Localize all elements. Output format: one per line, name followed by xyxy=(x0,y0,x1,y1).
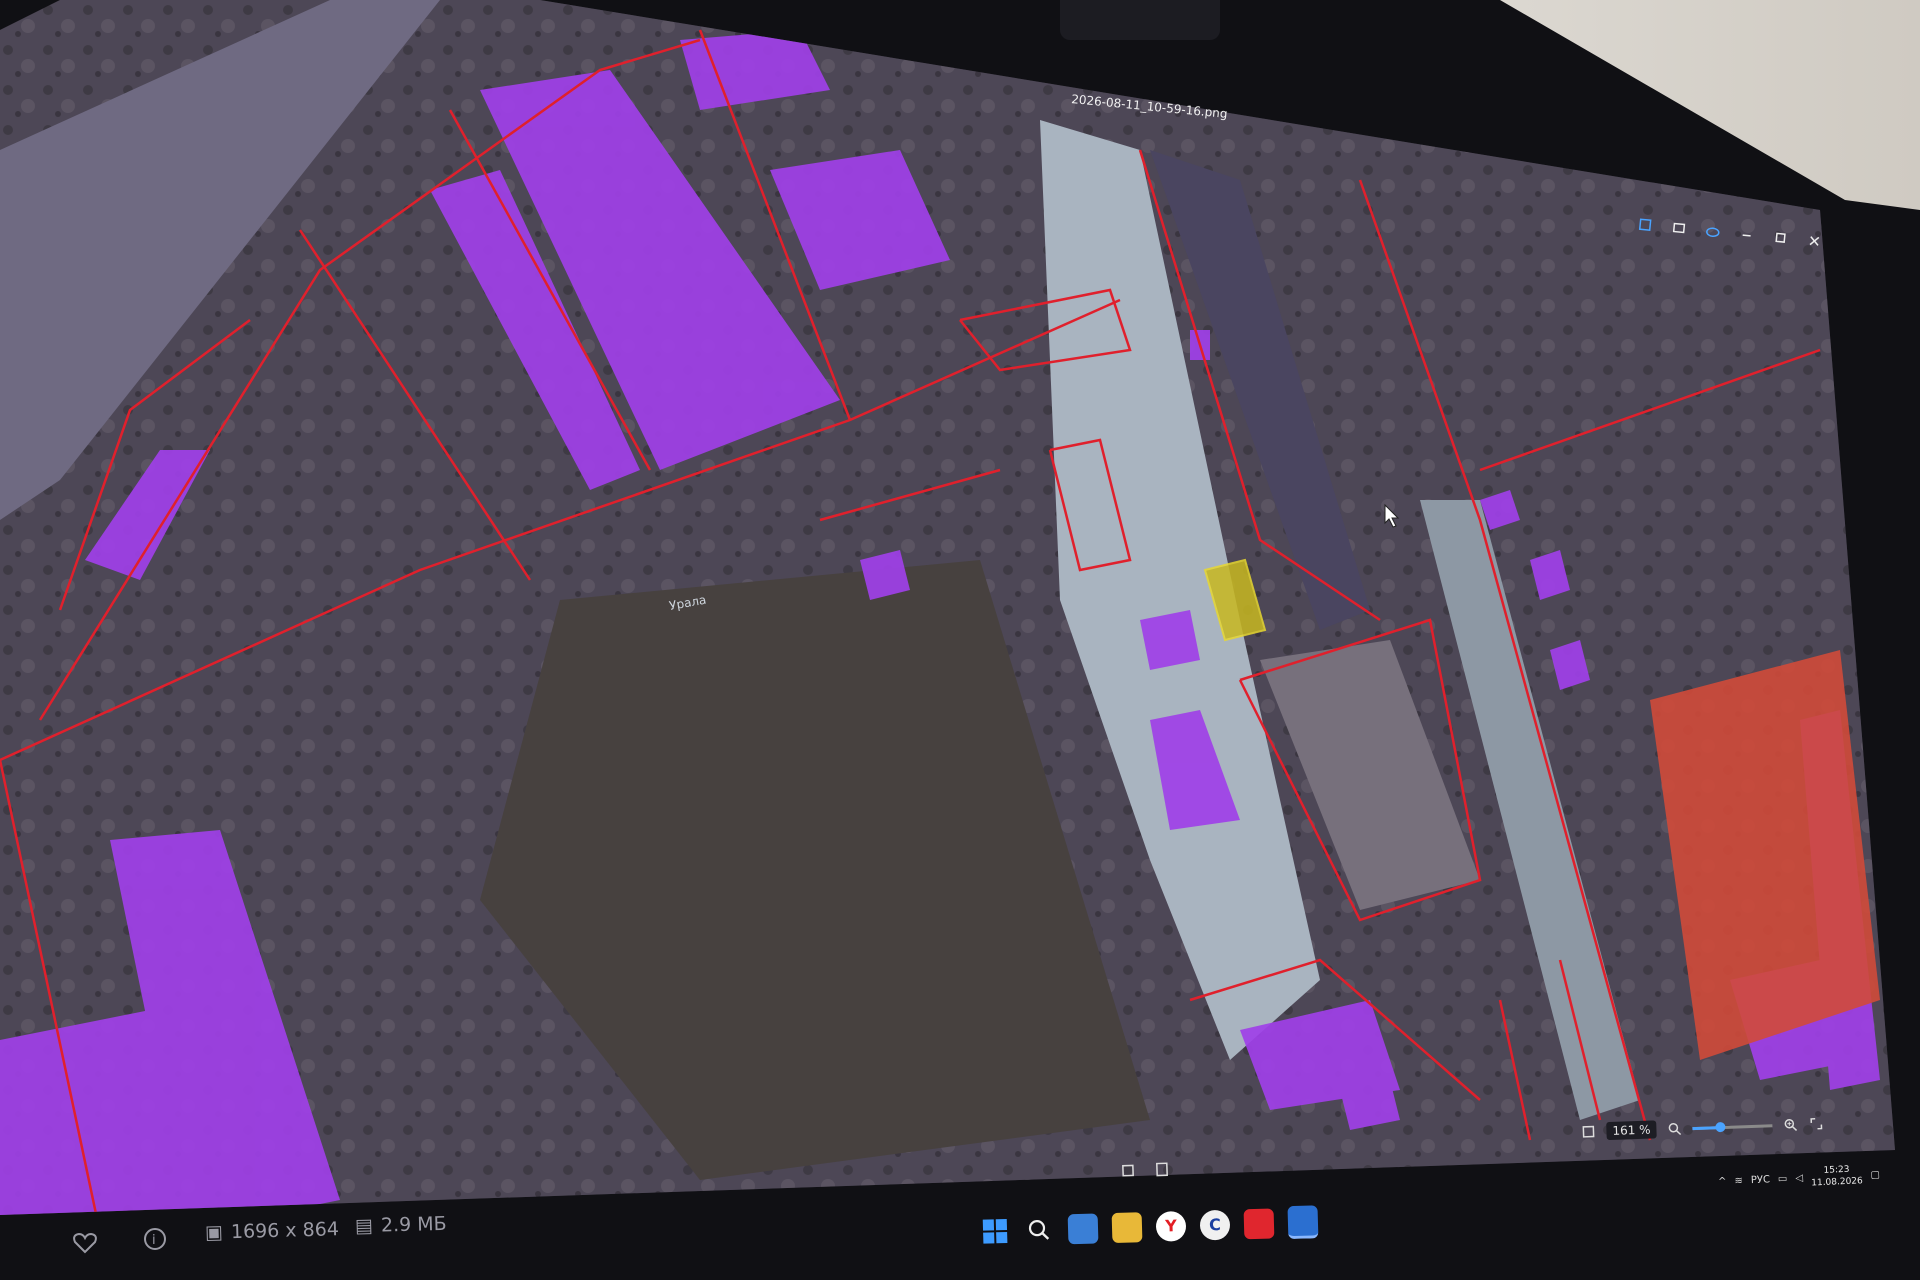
search-icon[interactable] xyxy=(1024,1214,1055,1245)
notes-icon[interactable] xyxy=(1067,1212,1099,1244)
maximize-icon[interactable] xyxy=(1772,229,1789,246)
yandex-icon[interactable]: Y xyxy=(1155,1210,1187,1242)
minimize-icon[interactable] xyxy=(1738,226,1755,243)
satellite-map[interactable]: Урала xyxy=(0,0,1920,1280)
notification-icon[interactable]: ▢ xyxy=(1870,1169,1880,1180)
volume-icon[interactable]: ◁ xyxy=(1795,1172,1803,1183)
file-size: ▤ 2.9 МБ xyxy=(355,1213,447,1237)
dimensions-text: 1696 x 864 xyxy=(230,1218,340,1244)
photos-icon[interactable] xyxy=(1287,1205,1319,1240)
cloud-icon[interactable] xyxy=(1704,223,1721,240)
crop-icon[interactable] xyxy=(1120,1162,1137,1179)
screen: Урала xyxy=(0,0,1920,1280)
favorite-icon[interactable] xyxy=(72,1232,98,1254)
chevron-up-icon[interactable]: ^ xyxy=(1718,1176,1727,1187)
folder-icon[interactable] xyxy=(1111,1211,1143,1243)
zoom-slider[interactable] xyxy=(1692,1121,1773,1132)
webcam xyxy=(1060,0,1220,40)
zoom-out-icon[interactable] xyxy=(1666,1120,1683,1137)
fullscreen-icon[interactable] xyxy=(1808,1115,1825,1132)
zoom-in-icon[interactable] xyxy=(1782,1116,1799,1133)
info-icon[interactable]: i xyxy=(142,1226,168,1252)
start-icon[interactable] xyxy=(980,1215,1011,1246)
dimensions-icon: ▣ xyxy=(204,1221,224,1244)
zoom-level-dropdown[interactable]: 161 % xyxy=(1606,1120,1657,1141)
save-icon: ▤ xyxy=(354,1214,374,1238)
clock[interactable]: 15:23 11.08.2026 xyxy=(1811,1163,1864,1189)
wifi-icon[interactable]: ≋ xyxy=(1734,1175,1743,1186)
image-dimensions: ▣ 1696 x 864 xyxy=(205,1218,339,1243)
zoom-slider-knob[interactable] xyxy=(1715,1121,1726,1132)
edit-icon[interactable] xyxy=(1636,216,1653,233)
app-c-icon[interactable]: C xyxy=(1199,1209,1231,1241)
gallery-icon[interactable] xyxy=(1670,219,1687,236)
language-indicator[interactable]: РУС xyxy=(1751,1174,1771,1186)
battery-icon[interactable]: ▭ xyxy=(1778,1173,1788,1184)
fit-screen-icon[interactable] xyxy=(1580,1123,1597,1140)
bottom-tools xyxy=(1120,1161,1171,1179)
clock-date: 11.08.2026 xyxy=(1811,1176,1863,1189)
close-icon[interactable] xyxy=(1806,232,1823,249)
ocr-icon[interactable] xyxy=(1154,1161,1171,1178)
svg-text:i: i xyxy=(152,1233,156,1248)
app-red-icon[interactable] xyxy=(1243,1208,1275,1239)
file-size-text: 2.9 МБ xyxy=(380,1212,447,1237)
